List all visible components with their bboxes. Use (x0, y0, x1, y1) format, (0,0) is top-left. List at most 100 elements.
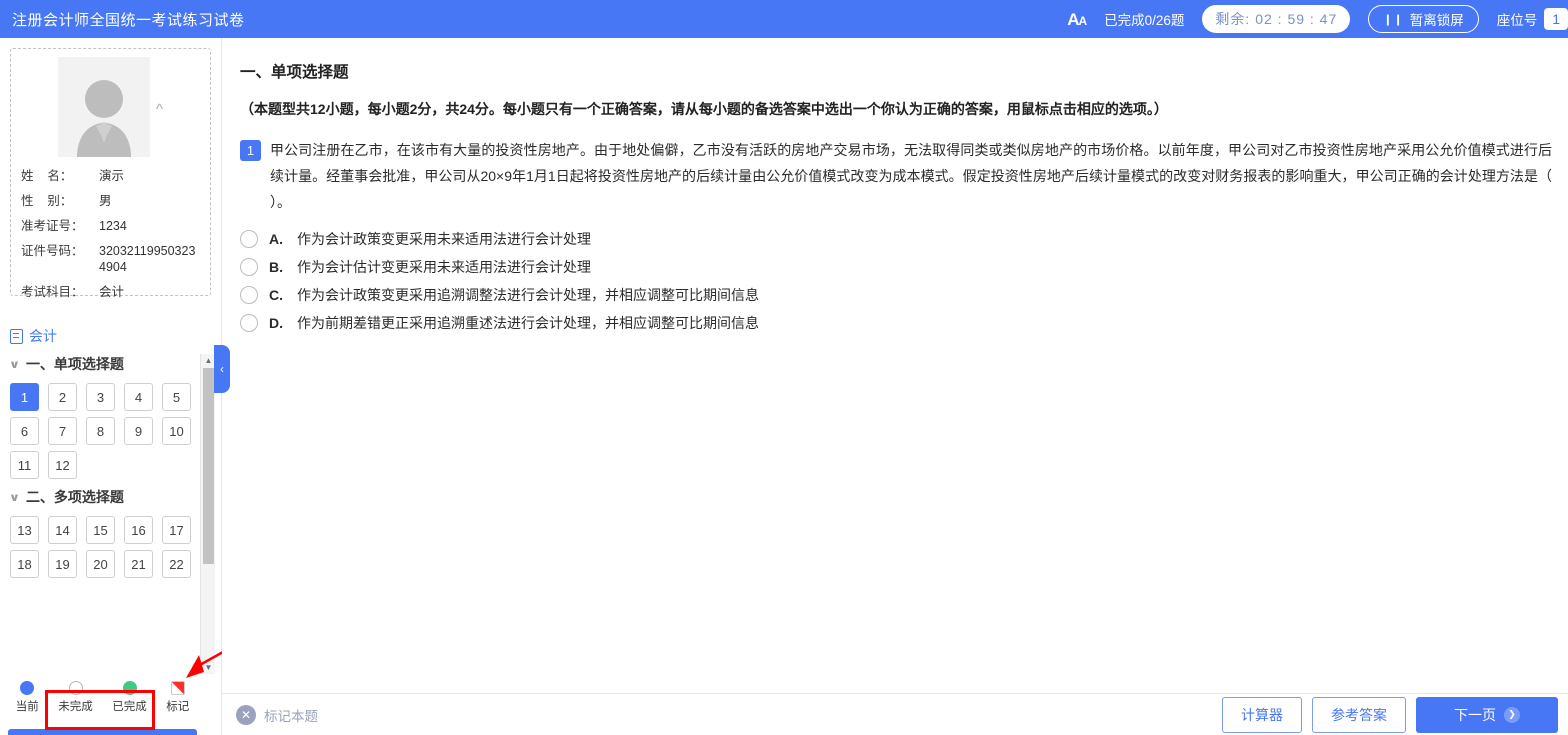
legend-item-undone: 未完成 (58, 680, 93, 714)
question-number-badge: 1 (240, 140, 261, 161)
pause-icon: ❙❙ (1383, 13, 1404, 26)
legend-marked-icon (170, 680, 185, 695)
completed-count: 已完成0/26题 (1104, 13, 1185, 28)
question-box[interactable]: 19 (48, 550, 77, 578)
sidebar-scrollbar[interactable]: ▲ ▼ (200, 354, 215, 674)
info-value: 会计 (99, 285, 125, 299)
subject-row: 会计 (10, 326, 222, 346)
student-profile-card: ^ 姓 名： 演示 性 别： 男 准考证号： 1234 证件号码： 320321… (10, 48, 211, 299)
avatar-row: ^ (21, 57, 200, 157)
student-info-list: 姓 名： 演示 性 别： 男 准考证号： 1234 证件号码： 32032119… (21, 168, 200, 300)
question-box[interactable]: 8 (86, 417, 115, 445)
option-c[interactable]: C. 作为会计政策变更采用追溯调整法进行会计处理，并相应调整可比期间信息 (240, 285, 1552, 305)
nav-group-single-choice: ∨ 一、单项选择题 1 2 3 4 5 6 7 8 9 10 11 12 (9, 354, 222, 479)
info-value: 男 (99, 194, 112, 208)
info-row: 准考证号： 1234 (21, 218, 200, 234)
font-size-icon[interactable]: AA (1067, 11, 1087, 28)
section-title: 一、单项选择题 (240, 64, 349, 81)
mark-x-icon: ✕ (236, 704, 256, 725)
mark-question-button[interactable]: ✕ 标记本题 (236, 704, 318, 725)
info-row: 证件号码： 320321199503234904 (21, 243, 200, 275)
question-block: 1 甲公司注册在乙市，在该市有大量的投资性房地产。由于地处偏僻，乙市没有活跃的房… (240, 137, 1552, 215)
bottom-toolbar: ✕ 标记本题 计算器 参考答案 下一页 ❯ (222, 693, 1568, 735)
calculator-button[interactable]: 计算器 (1222, 696, 1302, 733)
question-box[interactable]: 10 (162, 417, 191, 445)
next-page-button[interactable]: 下一页 ❯ (1416, 696, 1558, 733)
submit-area: 交卷 (0, 726, 205, 735)
info-value: 320321199503234904 (99, 244, 196, 274)
left-sidebar: ^ 姓 名： 演示 性 别： 男 准考证号： 1234 证件号码： 3 20321… (0, 38, 222, 735)
question-box[interactable]: 5 (162, 383, 191, 411)
option-a[interactable]: A. 作为会计政策变更采用未来适用法进行会计处理 (240, 229, 1552, 249)
question-box[interactable]: 18 (10, 550, 39, 578)
question-navigator: 会计 ∨ 一、单项选择题 1 2 3 4 5 6 7 8 9 10 11 12 … (0, 316, 222, 649)
mark-question-label: 标记本题 (264, 708, 318, 724)
legend-label: 未完成 (58, 700, 93, 713)
legend-item-marked: 标记 (166, 680, 189, 714)
question-box[interactable]: 1 (10, 383, 39, 411)
info-row: 性 别： 男 (21, 193, 200, 209)
option-d[interactable]: D. 作为前期差错更正采用追溯重述法进行会计处理，并相应调整可比期间信息 (240, 313, 1552, 333)
question-box[interactable]: 14 (48, 516, 77, 544)
legend-item-done: 已完成 (112, 680, 147, 714)
info-value: 演示 (99, 169, 125, 183)
app-header: 注册会计师全国统一考试练习试卷 AA 已完成0/26题 剩余: 02 : 59 … (0, 0, 1568, 38)
legend-label: 当前 (15, 700, 39, 713)
lock-screen-button[interactable]: ❙❙ 暂离锁屏 (1368, 5, 1479, 33)
profile-collapse-icon[interactable]: ^ (156, 102, 163, 117)
submit-exam-button[interactable]: 交卷 (8, 729, 197, 735)
scroll-down-icon[interactable]: ▼ (201, 661, 216, 674)
user-avatar-icon (76, 80, 131, 157)
option-b[interactable]: B. 作为会计估计变更采用未来适用法进行会计处理 (240, 257, 1552, 277)
next-page-label: 下一页 (1454, 706, 1496, 723)
question-box[interactable]: 22 (162, 550, 191, 578)
question-box[interactable]: 4 (124, 383, 153, 411)
bottom-actions: 计算器 参考答案 下一页 ❯ (1222, 696, 1558, 733)
seat-number: 座位号 1 (1497, 8, 1568, 30)
info-value: 1234 (99, 219, 127, 233)
scrollbar-thumb[interactable] (203, 368, 214, 564)
question-box[interactable]: 3 (86, 383, 115, 411)
info-label: 准考证号： (21, 219, 84, 233)
exam-app: 注册会计师全国统一考试练习试卷 AA 已完成0/26题 剩余: 02 : 59 … (0, 0, 1568, 735)
answer-options: A. 作为会计政策变更采用未来适用法进行会计处理 B. 作为会计估计变更采用未来… (240, 229, 1552, 333)
reference-answer-button[interactable]: 参考答案 (1312, 696, 1406, 733)
question-box[interactable]: 2 (48, 383, 77, 411)
info-label: 姓 名： (21, 169, 73, 183)
status-legend: 当前 未完成 已完成 标记 (0, 674, 205, 720)
nav-group-header[interactable]: ∨ 二、多项选择题 (9, 487, 222, 507)
option-letter: C. (269, 287, 283, 303)
question-box[interactable]: 16 (124, 516, 153, 544)
radio-icon[interactable] (240, 258, 258, 276)
countdown-timer: 剩余: 02 : 59 : 47 (1202, 5, 1351, 33)
info-label: 证件号码： (21, 244, 84, 258)
info-label: 考试科目： (21, 285, 84, 299)
nav-group-header[interactable]: ∨ 一、单项选择题 (9, 354, 222, 374)
question-box[interactable]: 17 (162, 516, 191, 544)
question-box[interactable]: 15 (86, 516, 115, 544)
question-grid-single: 1 2 3 4 5 6 7 8 9 10 11 12 (10, 383, 200, 479)
seat-number-label: 座位号 (1496, 13, 1538, 28)
option-text: 作为会计估计变更采用未来适用法进行会计处理 (297, 259, 591, 275)
question-box[interactable]: 9 (124, 417, 153, 445)
question-grid-multi: 13 14 15 16 17 18 19 20 21 22 (10, 516, 200, 578)
info-row: 姓 名： 演示 (21, 168, 200, 184)
radio-icon[interactable] (240, 286, 258, 304)
question-box[interactable]: 12 (48, 451, 77, 479)
nav-group-title: 一、单项选择题 (25, 356, 124, 372)
sidebar-collapse-handle[interactable]: ‹ (214, 345, 230, 393)
question-box[interactable]: 6 (10, 417, 39, 445)
info-row: 考试科目： 会计 (21, 284, 200, 300)
radio-icon[interactable] (240, 230, 258, 248)
question-box[interactable]: 11 (10, 451, 39, 479)
question-box[interactable]: 20 (86, 550, 115, 578)
legend-undone-icon (68, 680, 83, 695)
question-box[interactable]: 21 (124, 550, 153, 578)
document-icon (10, 328, 23, 344)
question-box[interactable]: 13 (10, 516, 39, 544)
legend-label: 已完成 (112, 700, 147, 713)
page-title: 注册会计师全国统一考试练习试卷 (12, 11, 245, 29)
header-actions: AA 已完成0/26题 剩余: 02 : 59 : 47 ❙❙ 暂离锁屏 座位号… (1067, 0, 1568, 38)
radio-icon[interactable] (240, 314, 258, 332)
question-box[interactable]: 7 (48, 417, 77, 445)
